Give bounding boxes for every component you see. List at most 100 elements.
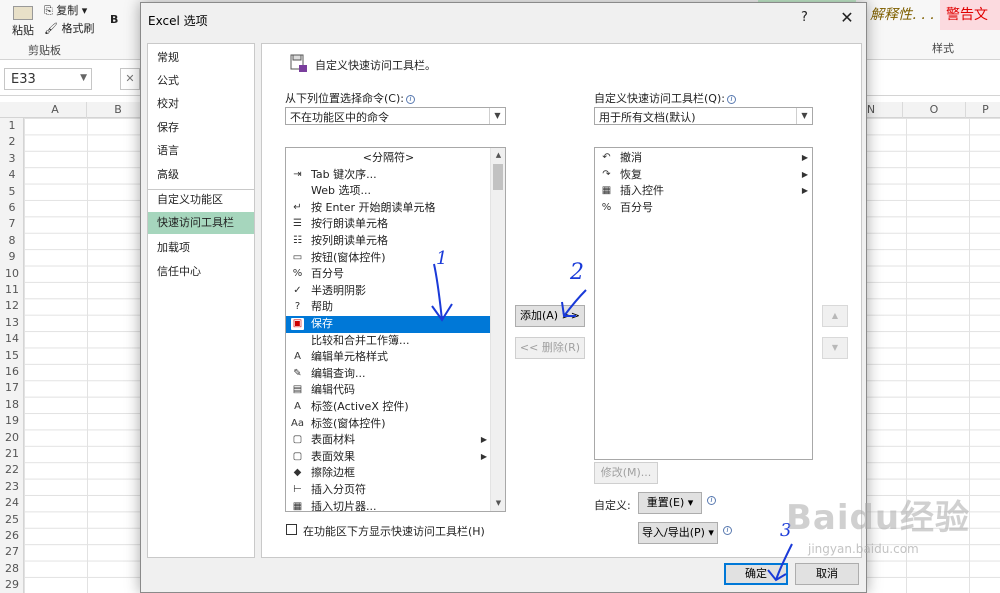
column-header[interactable]: A	[24, 102, 87, 118]
nav-item[interactable]: 加载项	[148, 237, 254, 259]
list-item[interactable]: ☰ 按行朗读单元格	[286, 216, 491, 233]
paste-button[interactable]: 粘贴	[8, 6, 38, 38]
cancel-entry-icon[interactable]: ✕	[120, 68, 140, 90]
list-item[interactable]: ✎ 编辑查询...	[286, 366, 491, 383]
list-item[interactable]: ▤ 编辑代码	[286, 382, 491, 399]
list-item-label: 插入切片器...	[311, 499, 377, 512]
row-header[interactable]: 18	[0, 397, 24, 413]
row-header[interactable]: 2	[0, 134, 24, 150]
list-item-label: 百分号	[620, 200, 653, 214]
available-commands-list[interactable]: ▦ 插入切片器... ⊢ 插入分页符 ◆ 擦除边框 ▢ 表面效果 ▶ ▢ 表面材料 ▶ Aa 标签(窗体控…	[285, 147, 506, 512]
nav-item[interactable]: 公式	[148, 70, 254, 92]
row-header[interactable]: 4	[0, 167, 24, 183]
row-header[interactable]: 28	[0, 561, 24, 577]
row-header[interactable]: 26	[0, 528, 24, 544]
nav-divider	[148, 189, 254, 190]
row-header[interactable]: 24	[0, 495, 24, 511]
row-header[interactable]: 20	[0, 430, 24, 446]
list-item[interactable]: Aa 标签(窗体控件)	[286, 416, 491, 433]
row-header[interactable]: 3	[0, 151, 24, 167]
style-explanatory[interactable]: 解释性. . .	[870, 4, 934, 24]
format-painter-button[interactable]: 🖌 格式刷	[44, 20, 94, 36]
row-header[interactable]: 12	[0, 298, 24, 314]
row-header[interactable]: 6	[0, 200, 24, 216]
show-below-ribbon-checkbox[interactable]	[286, 524, 297, 535]
list-item[interactable]: ◆ 擦除边框	[286, 465, 491, 482]
list-item[interactable]: ▣ 保存	[286, 316, 491, 333]
list-item[interactable]: % 百分号	[286, 266, 491, 283]
row-header[interactable]: 13	[0, 315, 24, 331]
nav-item[interactable]: 快速访问工具栏	[148, 212, 254, 234]
column-header[interactable]: O	[903, 102, 966, 118]
list-item[interactable]: % 百分号	[595, 200, 812, 217]
nav-item[interactable]: 常规	[148, 47, 254, 69]
list-item[interactable]: ↷ 恢复 ▶	[595, 167, 812, 184]
row-header[interactable]: 17	[0, 380, 24, 396]
submenu-arrow-icon: ▶	[480, 435, 487, 445]
list-item[interactable]: ↵ 按 Enter 开始朗读单元格	[286, 200, 491, 217]
import-export-button[interactable]: 导入/导出(P) ▾	[638, 522, 718, 544]
list-item[interactable]: ▢ 表面材料 ▶	[286, 432, 491, 449]
row-header[interactable]: 27	[0, 544, 24, 560]
list-item[interactable]: ⇥ Tab 键次序...	[286, 167, 491, 184]
row-header[interactable]: 10	[0, 266, 24, 282]
column-header[interactable]: P	[966, 102, 1000, 118]
row-header[interactable]: 16	[0, 364, 24, 380]
row-header[interactable]: 7	[0, 216, 24, 232]
scroll-up-icon[interactable]: ▲	[491, 148, 505, 163]
list-item-label: 标签(窗体控件)	[311, 416, 386, 430]
bold-button[interactable]: B	[110, 13, 118, 26]
list-item[interactable]: ✓ 半透明阴影	[286, 283, 491, 300]
row-header[interactable]: 5	[0, 184, 24, 200]
row-header[interactable]: 15	[0, 348, 24, 364]
list-item[interactable]: ▦ 插入切片器...	[286, 499, 491, 512]
move-down-button[interactable]: ▼	[822, 337, 848, 359]
close-icon[interactable]: ✕	[835, 6, 859, 30]
nav-item[interactable]: 信任中心	[148, 261, 254, 283]
scroll-down-icon[interactable]: ▼	[491, 496, 505, 511]
list-item[interactable]: Web 选项...	[286, 183, 491, 200]
nav-item[interactable]: 语言	[148, 140, 254, 162]
list-item[interactable]: A 标签(ActiveX 控件)	[286, 399, 491, 416]
qat-commands-list[interactable]: ↶ 撤消 ▶ ↷ 恢复 ▶ ▦ 插入控件 ▶% 百分号	[594, 147, 813, 460]
nav-item[interactable]: 校对	[148, 93, 254, 115]
list-item[interactable]: ? 帮助	[286, 299, 491, 316]
list-item[interactable]: 比较和合并工作簿...	[286, 333, 491, 350]
help-button[interactable]: ?	[801, 10, 808, 25]
nav-item[interactable]: 自定义功能区	[148, 189, 254, 211]
row-header[interactable]: 11	[0, 282, 24, 298]
style-warning[interactable]: 警告文	[946, 4, 988, 24]
list-item[interactable]: ⊢ 插入分页符	[286, 482, 491, 499]
modify-button[interactable]: 修改(M)...	[594, 462, 658, 484]
row-header[interactable]: 14	[0, 331, 24, 347]
show-below-ribbon-label[interactable]: 在功能区下方显示快速访问工具栏(H)	[303, 523, 485, 539]
scroll-thumb[interactable]	[493, 164, 503, 190]
copy-button[interactable]: ⎘ 复制 ▾	[44, 2, 87, 18]
list-item-label: 保存	[311, 317, 333, 330]
list-item[interactable]: ☷ 按列朗读单元格	[286, 233, 491, 250]
row-header[interactable]: 22	[0, 462, 24, 478]
row-header[interactable]: 8	[0, 233, 24, 249]
list-item[interactable]: ↶ 撤消 ▶	[595, 150, 812, 167]
name-box[interactable]: E33 ▼	[4, 68, 92, 90]
row-header[interactable]: 21	[0, 446, 24, 462]
list-item[interactable]: ▭ 按钮(窗体控件)	[286, 250, 491, 267]
row-header[interactable]: 19	[0, 413, 24, 429]
move-up-button[interactable]: ▲	[822, 305, 848, 327]
nav-item[interactable]: 高级	[148, 164, 254, 186]
customize-qat-dropdown[interactable]: 用于所有文档(默认) ▼	[594, 107, 813, 125]
row-header[interactable]: 1	[0, 118, 24, 134]
row-header[interactable]: 23	[0, 479, 24, 495]
row-header[interactable]: 9	[0, 249, 24, 265]
row-header[interactable]: 25	[0, 512, 24, 528]
list-item[interactable]: ▦ 插入控件 ▶	[595, 183, 812, 200]
row-header[interactable]: 29	[0, 577, 24, 593]
remove-button[interactable]: << 删除(R)	[515, 337, 585, 359]
list-item[interactable]: ▢ 表面效果 ▶	[286, 449, 491, 466]
reset-button[interactable]: 重置(E) ▾	[638, 492, 702, 514]
choose-commands-dropdown[interactable]: 不在功能区中的命令 ▼	[285, 107, 506, 125]
list-item[interactable]: <分隔符>	[286, 150, 491, 167]
left-list-scrollbar[interactable]: ▲ ▼	[490, 148, 505, 511]
nav-item[interactable]: 保存	[148, 117, 254, 139]
list-item[interactable]: A 编辑单元格样式	[286, 349, 491, 366]
